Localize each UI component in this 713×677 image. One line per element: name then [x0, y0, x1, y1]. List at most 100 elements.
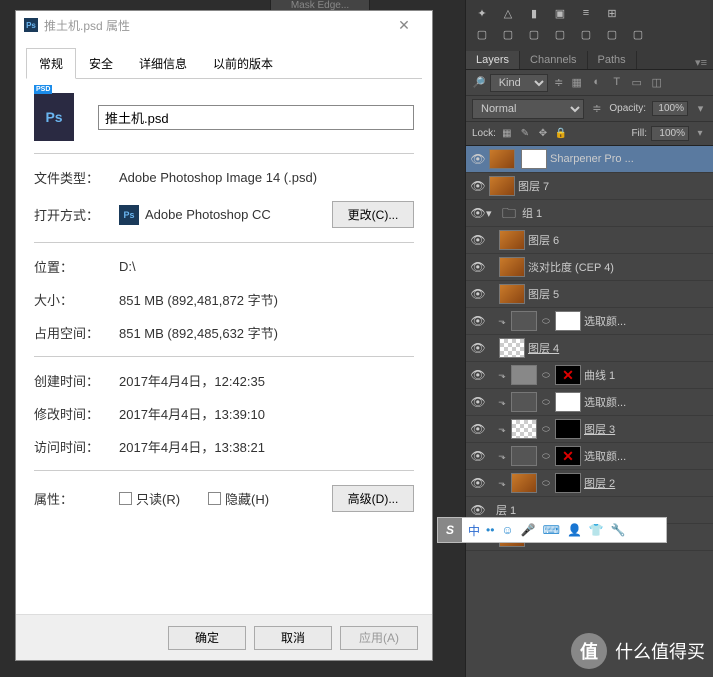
layer-row[interactable]: 👁⬎⬭选取颜... — [466, 443, 713, 470]
layer-name[interactable]: 选取颜... — [584, 313, 709, 329]
layer-row[interactable]: 👁⬎⬭曲线 1 — [466, 362, 713, 389]
layer-name[interactable]: 图层 5 — [528, 286, 709, 302]
layer-name[interactable]: 图层 4 — [528, 340, 709, 356]
visibility-icon[interactable]: 👁 — [470, 152, 486, 166]
cancel-button[interactable]: 取消 — [254, 626, 332, 650]
layer-row[interactable]: 👁⬎⬭图层 2 — [466, 470, 713, 497]
layer-thumb[interactable] — [499, 338, 525, 358]
apply-button[interactable]: 应用(A) — [340, 626, 418, 650]
visibility-icon[interactable]: 👁 — [470, 260, 486, 274]
text-icon[interactable]: ▣ — [552, 7, 568, 20]
readonly-checkbox[interactable]: 只读(R) — [119, 489, 180, 508]
layer-name[interactable]: 选取颜... — [584, 448, 709, 464]
layer-name[interactable]: 曲线 1 — [584, 367, 709, 383]
layer-name[interactable]: 淡对比度 (CEP 4) — [528, 259, 709, 275]
fill-value[interactable]: 100% — [651, 126, 689, 141]
change-button[interactable]: 更改(C)... — [332, 201, 414, 228]
layer-row[interactable]: 👁图层 7 — [466, 173, 713, 200]
ime-keyboard-icon[interactable]: ⌨ — [543, 523, 560, 537]
tab-layers[interactable]: Layers — [466, 51, 520, 69]
visibility-icon[interactable]: 👁 — [470, 476, 486, 490]
layer-row[interactable]: 👁 Sharpener Pro ... — [466, 146, 713, 173]
pen-icon[interactable]: ≡ — [578, 7, 594, 20]
visibility-icon[interactable]: 👁 — [470, 206, 486, 220]
layer-name[interactable]: 图层 3 — [584, 421, 709, 437]
visibility-icon[interactable]: 👁 — [470, 233, 486, 247]
measure-icon[interactable]: △ — [500, 7, 516, 20]
opacity-dropdown-icon[interactable]: ▾ — [694, 102, 707, 115]
bw-icon[interactable]: ▢ — [604, 28, 620, 41]
layer-thumb[interactable] — [555, 473, 581, 493]
exposure-icon[interactable]: ▢ — [526, 28, 542, 41]
visibility-icon[interactable]: 👁 — [470, 287, 486, 301]
ime-voice-icon[interactable]: 🎤 — [521, 523, 536, 537]
blend-dropdown-icon[interactable]: ≑ — [590, 102, 603, 115]
tab-paths[interactable]: Paths — [588, 51, 637, 69]
layer-thumb[interactable] — [555, 311, 581, 331]
shape-filter-icon[interactable]: ▭ — [630, 76, 644, 89]
lock-move-icon[interactable]: ✥ — [536, 128, 550, 139]
ime-emoji-icon[interactable]: ☺ — [501, 523, 513, 537]
tab-channels[interactable]: Channels — [520, 51, 587, 69]
visibility-icon[interactable]: 👁 — [470, 314, 486, 328]
close-icon[interactable]: ✕ — [384, 17, 424, 34]
brush-icon[interactable]: ▮ — [526, 7, 542, 20]
kind-select[interactable]: Kind — [490, 74, 548, 92]
layer-thumb[interactable] — [489, 176, 515, 196]
hue-icon[interactable]: ▢ — [578, 28, 594, 41]
layer-thumb[interactable] — [555, 365, 581, 385]
layer-row[interactable]: 👁 图层 5 — [466, 281, 713, 308]
tab-general[interactable]: 常规 — [26, 48, 76, 79]
visibility-icon[interactable]: 👁 — [470, 449, 486, 463]
ok-button[interactable]: 确定 — [168, 626, 246, 650]
visibility-icon[interactable]: 👁 — [470, 422, 486, 436]
visibility-icon[interactable]: 👁 — [470, 368, 486, 382]
lock-all-icon[interactable]: 🔒 — [554, 128, 568, 139]
layer-thumb[interactable] — [499, 230, 525, 250]
tab-details[interactable]: 详细信息 — [126, 48, 200, 79]
sogou-icon[interactable]: S — [438, 518, 462, 542]
layer-thumb[interactable] — [511, 392, 537, 412]
layer-row[interactable]: 👁 淡对比度 (CEP 4) — [466, 254, 713, 281]
kind-dropdown-icon[interactable]: ≑ — [552, 76, 566, 89]
layer-row[interactable]: 👁图层 4 — [466, 335, 713, 362]
layer-thumb[interactable] — [521, 149, 547, 169]
layer-thumb[interactable] — [511, 365, 537, 385]
tab-security[interactable]: 安全 — [76, 48, 126, 79]
layer-row[interactable]: 👁⬎⬭图层 3 — [466, 416, 713, 443]
adjust-filter-icon[interactable]: ◐ — [590, 76, 604, 89]
fill-dropdown-icon[interactable]: ▾ — [693, 128, 707, 139]
visibility-icon[interactable]: 👁 — [470, 179, 486, 193]
smart-filter-icon[interactable]: ◫ — [650, 76, 664, 89]
layer-name[interactable]: Sharpener Pro ... — [550, 153, 709, 165]
advanced-button[interactable]: 高级(D)... — [332, 485, 414, 512]
layer-thumb[interactable] — [511, 473, 537, 493]
panel-menu-icon[interactable]: ▾≡ — [689, 56, 713, 69]
tab-previous[interactable]: 以前的版本 — [200, 48, 286, 79]
layer-name[interactable]: 层 1 — [496, 502, 709, 518]
layer-name[interactable]: 图层 2 — [584, 475, 709, 491]
filename-input[interactable] — [98, 105, 414, 130]
blend-mode-select[interactable]: Normal — [472, 99, 584, 119]
layer-thumb[interactable] — [499, 284, 525, 304]
hidden-checkbox[interactable]: 隐藏(H) — [208, 489, 269, 508]
shape-icon[interactable]: ⊞ — [604, 7, 620, 20]
dropper-icon[interactable]: ✦ — [474, 7, 490, 20]
layer-thumb[interactable] — [511, 446, 537, 466]
visibility-icon[interactable]: 👁 — [470, 395, 486, 409]
ime-user-icon[interactable]: 👤 — [567, 523, 582, 537]
layer-row[interactable]: 👁⬎⬭选取颜... — [466, 389, 713, 416]
layer-thumb[interactable] — [489, 149, 515, 169]
layer-name[interactable]: 组 1 — [522, 205, 709, 221]
opacity-value[interactable]: 100% — [652, 101, 688, 116]
expand-icon[interactable]: ▾ — [486, 207, 496, 220]
curves-icon[interactable]: ▢ — [500, 28, 516, 41]
ime-punct-icon[interactable]: •• — [486, 523, 494, 537]
pixel-filter-icon[interactable]: ▦ — [570, 76, 584, 89]
layer-thumb[interactable] — [499, 257, 525, 277]
search-icon[interactable]: 🔎 — [472, 76, 486, 89]
levels-icon[interactable]: ▢ — [474, 28, 490, 41]
layer-row[interactable]: 👁图层 6 — [466, 227, 713, 254]
ime-toolbar[interactable]: S 中 •• ☺ 🎤 ⌨ 👤 👕 🔧 — [437, 517, 667, 543]
layer-thumb[interactable] — [511, 311, 537, 331]
